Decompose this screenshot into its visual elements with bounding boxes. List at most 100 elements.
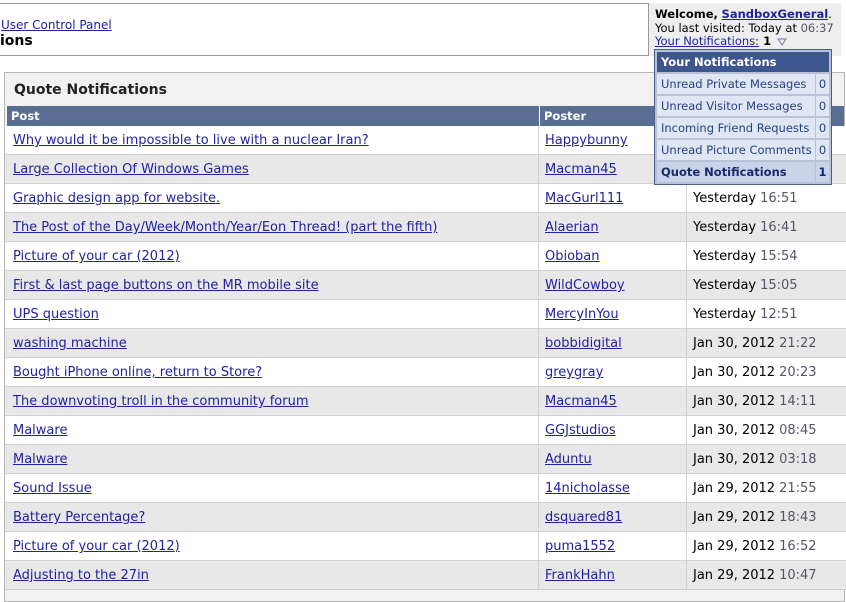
table-row: washing machine bobbidigital Jan 30, 2012 2…	[5, 329, 846, 358]
table-row: Malware Aduntu Jan 30, 2012 03:18	[5, 445, 846, 474]
poster-link[interactable]: Obioban	[545, 242, 600, 271]
column-divider	[686, 358, 687, 387]
notifications-link[interactable]: Your Notifications:	[655, 34, 759, 48]
column-divider	[686, 300, 687, 329]
poster-link[interactable]: GGJstudios	[545, 416, 616, 445]
dropdown-item-label[interactable]: Unread Visitor Messages	[661, 96, 803, 116]
post-date-day: Jan 30, 2012	[693, 394, 776, 409]
column-divider	[538, 300, 539, 329]
post-title-link[interactable]: Bought iPhone online, return to Store?	[13, 358, 262, 387]
post-date-time: 15:05	[760, 278, 798, 293]
post-title-link[interactable]: Large Collection Of Windows Games	[13, 155, 249, 184]
dropdown-item-label[interactable]: Unread Private Messages	[661, 74, 806, 94]
notifications-count: 1	[763, 34, 772, 48]
column-divider	[538, 126, 539, 155]
post-date-day: Yesterday	[693, 249, 757, 264]
post-title-link[interactable]: Why would it be impossible to live with …	[13, 126, 369, 155]
post-title-link[interactable]: Battery Percentage?	[13, 503, 145, 532]
welcome-label: Welcome,	[655, 7, 718, 21]
poster-link[interactable]: Happybunny	[545, 126, 628, 155]
poster-link[interactable]: MercyInYou	[545, 300, 619, 329]
post-date: Jan 30, 2012 20:23	[693, 358, 817, 387]
column-divider	[686, 532, 687, 561]
post-date-time: 14:11	[779, 394, 817, 409]
column-divider	[686, 474, 687, 503]
notifications-line[interactable]: Your Notifications: 1	[655, 34, 841, 49]
poster-link[interactable]: FrankHahn	[545, 561, 615, 590]
post-date-day: Jan 30, 2012	[693, 423, 776, 438]
dropdown-item-count: 0	[815, 96, 829, 116]
poster-link[interactable]: greygray	[545, 358, 603, 387]
post-date-day: Jan 29, 2012	[693, 539, 776, 554]
table-row: Graphic design app for website. MacGurl11…	[5, 184, 846, 213]
post-date-day: Jan 29, 2012	[693, 568, 776, 583]
poster-link[interactable]: puma1552	[545, 532, 615, 561]
column-header-post: Post	[7, 106, 539, 126]
column-divider	[686, 416, 687, 445]
dropdown-item-unread-private-messages[interactable]: Unread Private Messages 0	[657, 74, 829, 94]
column-divider	[686, 561, 687, 590]
column-divider	[538, 503, 539, 532]
post-date-time: 20:23	[779, 365, 817, 380]
post-title-link[interactable]: Graphic design app for website.	[13, 184, 220, 213]
column-divider	[686, 503, 687, 532]
column-divider	[686, 271, 687, 300]
post-date-time: 03:18	[779, 452, 817, 467]
post-title-link[interactable]: UPS question	[13, 300, 99, 329]
post-title-link[interactable]: Picture of your car (2012)	[13, 242, 180, 271]
poster-link[interactable]: Alaerian	[545, 213, 599, 242]
table-row: Adjusting to the 27in FrankHahn Jan 29, 20…	[5, 561, 846, 590]
post-date: Yesterday 15:54	[693, 242, 798, 271]
table-row: Picture of your car (2012) Obioban Yesterd…	[5, 242, 846, 271]
post-title-link[interactable]: Adjusting to the 27in	[13, 561, 149, 590]
dropdown-title: Your Notifications	[657, 52, 829, 72]
column-divider	[538, 242, 539, 271]
post-date: Yesterday 12:51	[693, 300, 798, 329]
dropdown-item-count: 0	[815, 140, 829, 160]
post-date-day: Yesterday	[693, 220, 757, 235]
poster-link[interactable]: Aduntu	[545, 445, 592, 474]
chevron-down-icon[interactable]	[776, 37, 787, 47]
poster-link[interactable]: Macman45	[545, 387, 617, 416]
table-row: Malware GGJstudios Jan 30, 2012 08:45	[5, 416, 846, 445]
dropdown-item-incoming-friend-requests[interactable]: Incoming Friend Requests 0	[657, 118, 829, 138]
post-title-link[interactable]: washing machine	[13, 329, 127, 358]
post-title-link[interactable]: Picture of your car (2012)	[13, 532, 180, 561]
post-date-day: Yesterday	[693, 278, 757, 293]
post-title-link[interactable]: First & last page buttons on the MR mobi…	[13, 271, 319, 300]
post-title-link[interactable]: The Post of the Day/Week/Month/Year/Eon …	[13, 213, 437, 242]
poster-link[interactable]: Macman45	[545, 155, 617, 184]
breadcrumb-user-control-panel[interactable]: User Control Panel	[1, 18, 112, 32]
post-title-link[interactable]: Malware	[13, 416, 67, 445]
poster-link[interactable]: bobbidigital	[545, 329, 622, 358]
post-date-time: 16:52	[779, 539, 817, 554]
post-date-day: Jan 30, 2012	[693, 365, 776, 380]
post-date-time: 12:51	[760, 307, 798, 322]
dropdown-item-quote-notifications[interactable]: Quote Notifications 1	[657, 162, 829, 182]
notifications-dropdown: Your Notifications Unread Private Messag…	[654, 49, 832, 185]
poster-link[interactable]: 14nicholasse	[545, 474, 630, 503]
dropdown-item-count: 0	[815, 118, 829, 138]
post-date: Jan 30, 2012 14:11	[693, 387, 817, 416]
poster-link[interactable]: MacGurl111	[545, 184, 623, 213]
column-divider	[538, 445, 539, 474]
post-title-link[interactable]: The downvoting troll in the community fo…	[13, 387, 309, 416]
post-date: Jan 29, 2012 18:43	[693, 503, 817, 532]
dropdown-item-label[interactable]: Unread Picture Comments	[661, 140, 812, 160]
column-divider	[538, 184, 539, 213]
column-divider	[686, 184, 687, 213]
dropdown-item-label[interactable]: Incoming Friend Requests	[661, 118, 809, 138]
column-divider	[686, 329, 687, 358]
poster-link[interactable]: dsquared81	[545, 503, 622, 532]
post-title-link[interactable]: Malware	[13, 445, 67, 474]
dropdown-item-unread-picture-comments[interactable]: Unread Picture Comments 0	[657, 140, 829, 160]
poster-link[interactable]: WildCowboy	[545, 271, 625, 300]
post-date-day: Yesterday	[693, 191, 757, 206]
column-divider	[686, 213, 687, 242]
username-link[interactable]: SandboxGeneral	[722, 7, 829, 21]
post-title-link[interactable]: Sound Issue	[13, 474, 92, 503]
dropdown-item-unread-visitor-messages[interactable]: Unread Visitor Messages 0	[657, 96, 829, 116]
post-date-day: Jan 29, 2012	[693, 510, 776, 525]
dropdown-item-label[interactable]: Quote Notifications	[661, 162, 787, 182]
last-visited-line: You last visited: Today at 06:37	[655, 21, 841, 36]
